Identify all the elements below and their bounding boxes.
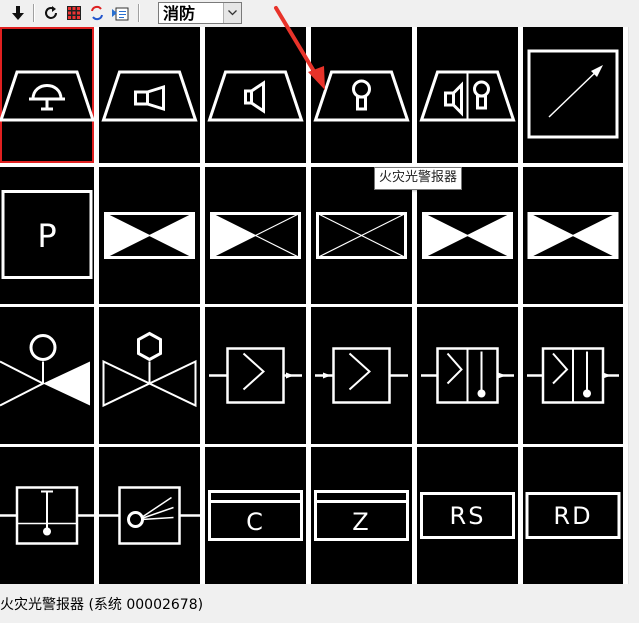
symbol-cell[interactable]	[0, 307, 94, 444]
symbol-label: Z	[352, 507, 371, 536]
globe-valve-circle-icon	[0, 334, 90, 407]
square-diagonal-arrow-icon	[527, 49, 619, 139]
symbol-grid: P C Z RS RD	[0, 27, 628, 584]
grid-view-icon[interactable]	[64, 3, 84, 23]
category-select-value: 消防	[163, 4, 196, 23]
scrollbar[interactable]	[628, 27, 639, 584]
symbol-cell[interactable]	[417, 307, 518, 444]
insert-icon[interactable]	[110, 3, 130, 23]
flow-switch-indicator-icon	[527, 347, 619, 404]
symbol-cell[interactable]	[99, 447, 200, 584]
valve-filled-both-icon	[527, 212, 619, 259]
symbol-cell[interactable]: Z	[311, 447, 412, 584]
symbol-cell[interactable]	[523, 167, 623, 304]
symbol-label: P	[37, 216, 57, 255]
symbol-label: RS	[449, 501, 486, 530]
trapezoid-sound-light-alarm-icon	[419, 70, 516, 122]
symbol-label: C	[246, 507, 265, 536]
status-text: 火灾光警报器 (系统 00002678)	[0, 597, 204, 613]
category-select[interactable]: 消防	[158, 2, 242, 24]
status-bar: 火灾光警报器 (系统 00002678)	[0, 590, 639, 623]
globe-valve-polygon-icon	[102, 331, 197, 408]
symbol-label: RD	[553, 501, 593, 530]
toolbar-separator	[138, 4, 140, 22]
symbol-cell[interactable]	[417, 27, 518, 163]
symbol-cell[interactable]: P	[0, 167, 94, 304]
valve-filled-left-icon	[210, 212, 301, 259]
symbol-cell[interactable]: RS	[417, 447, 518, 584]
symbol-cell[interactable]	[311, 307, 412, 444]
symbol-cell[interactable]	[205, 307, 306, 444]
symbol-cell[interactable]: C	[205, 447, 306, 584]
symbol-cell[interactable]	[523, 307, 623, 444]
level-gauge-icon	[0, 486, 94, 545]
flow-switch-icon	[209, 347, 302, 404]
spray-nozzle-icon	[99, 486, 200, 545]
valve-filled-both-icon	[104, 212, 195, 259]
symbol-cell[interactable]	[99, 27, 200, 163]
annotation-arrow-icon	[274, 6, 325, 90]
symbol-cell[interactable]	[99, 307, 200, 444]
arrow-down-icon[interactable]	[8, 3, 28, 23]
swap-icon[interactable]	[87, 3, 107, 23]
symbol-cell[interactable]	[99, 167, 200, 304]
chevron-down-icon[interactable]	[223, 3, 241, 23]
tooltip: 火灾光警报器	[374, 167, 463, 190]
refresh-icon[interactable]	[41, 3, 61, 23]
symbol-cell[interactable]	[205, 167, 306, 304]
symbol-cell[interactable]	[523, 27, 623, 163]
toolbar-separator	[33, 4, 35, 22]
symbol-cell[interactable]	[0, 447, 94, 584]
flow-switch-indicator-icon	[421, 347, 514, 404]
symbol-cell[interactable]: RD	[523, 447, 623, 584]
symbol-cell[interactable]	[0, 27, 94, 163]
trapezoid-horn-icon	[101, 70, 198, 122]
trapezoid-bell-alarm-icon	[0, 70, 94, 122]
flow-switch-reverse-icon	[315, 347, 408, 404]
